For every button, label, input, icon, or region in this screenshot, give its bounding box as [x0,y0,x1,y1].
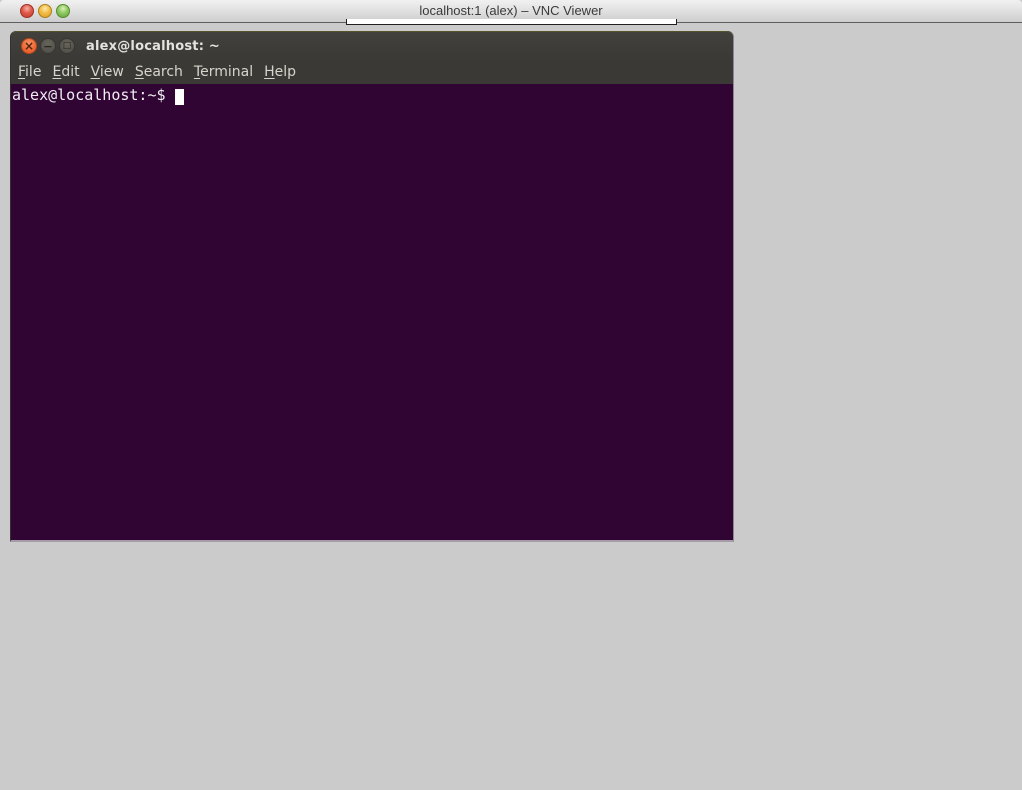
menu-edit[interactable]: Edit [47,64,84,80]
terminal-titlebar[interactable]: × − □ alex@localhost: ~ [11,31,733,60]
mac-minimize-button[interactable] [38,4,52,18]
mac-close-button[interactable] [20,4,34,18]
menu-edit-label: dit [61,64,79,80]
terminal-maximize-icon[interactable]: □ [59,38,75,54]
terminal-cursor [175,89,184,105]
menu-search[interactable]: Search [130,64,188,80]
shell-prompt: alex@localhost:~$ [12,86,166,104]
vnc-toolbar-tab[interactable] [346,19,677,25]
terminal-title: alex@localhost: ~ [86,32,220,61]
menu-view-label: iew [100,64,124,80]
menu-terminal-label: erminal [200,64,253,80]
menu-terminal[interactable]: Terminal [189,64,258,80]
terminal-screen[interactable]: alex@localhost:~$ [11,84,733,540]
terminal-menubar: File Edit View Search Terminal Help [11,60,733,84]
menu-file-label: ile [25,64,41,80]
mac-zoom-button[interactable] [56,4,70,18]
menu-file[interactable]: File [13,64,46,80]
menu-help-label: elp [275,64,296,80]
mac-traffic-lights [20,4,70,18]
terminal-window: × − □ alex@localhost: ~ File Edit View S… [10,31,734,542]
menu-search-label: earch [144,64,183,80]
terminal-minimize-icon[interactable]: − [40,38,56,54]
terminal-close-icon[interactable]: × [21,38,37,54]
menu-view[interactable]: View [86,64,129,80]
terminal-window-controls: × − □ [21,38,75,54]
menu-help[interactable]: Help [259,64,301,80]
